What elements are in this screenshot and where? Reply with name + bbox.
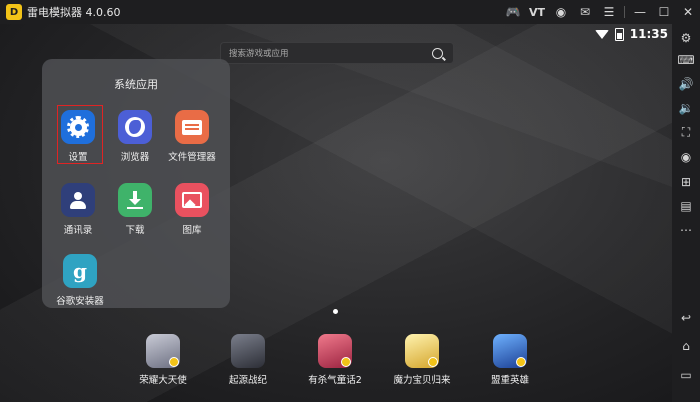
dock-app-label: 魔力宝贝归来 xyxy=(393,375,451,386)
globe-icon[interactable] xyxy=(118,110,152,144)
keyboard-icon[interactable]: ⌨ xyxy=(672,49,700,71)
dock-app-origin[interactable]: 起源战纪 xyxy=(213,334,283,386)
app-file-manager[interactable]: 文件管理器 xyxy=(162,110,222,163)
status-bar: 11:35 xyxy=(594,25,668,43)
app-google-installer[interactable]: g 谷歌安装器 xyxy=(50,254,110,307)
user-icon[interactable]: ◉ xyxy=(549,0,573,24)
add-apk-icon[interactable]: ⊞ xyxy=(672,171,700,193)
app-label: 浏览器 xyxy=(120,152,150,163)
app-label: 文件管理器 xyxy=(168,152,216,163)
emulator-window: D 雷电模拟器 4.0.60 🎮 VT ◉ ✉ ☰ — ☐ ✕ 11:35 搜索… xyxy=(0,0,700,402)
volume-up-icon[interactable]: 🔊 xyxy=(672,73,700,95)
google-installer-icon[interactable]: g xyxy=(63,254,97,288)
app-label: 图库 xyxy=(182,225,202,236)
maximize-icon[interactable]: ☐ xyxy=(652,0,676,24)
volume-down-icon[interactable]: 🔉 xyxy=(672,97,700,119)
more-icon[interactable]: ⋯ xyxy=(672,219,700,241)
search-input[interactable]: 搜索游戏或应用 xyxy=(229,47,432,59)
app-label: 谷歌安装器 xyxy=(56,296,104,307)
right-toolbar: ⚙ ⌨ 🔊 🔉 ⛶ ◉ ⊞ ▤ ⋯ ↩ ⌂ ▭ xyxy=(672,24,700,402)
fullscreen-icon[interactable]: ⛶ xyxy=(672,121,700,143)
mengzhong-game-icon[interactable] xyxy=(493,334,527,368)
back-icon[interactable]: ↩ xyxy=(672,307,700,329)
dock-app-label: 有杀气童话2 xyxy=(308,375,362,386)
dock-app-angel[interactable]: 荣耀大天使 xyxy=(128,334,198,386)
folder-title: 系统应用 xyxy=(114,78,158,91)
dock-app-label: 荣耀大天使 xyxy=(139,375,187,386)
title-bar-controls: 🎮 VT ◉ ✉ ☰ — ☐ ✕ xyxy=(501,0,700,24)
dock-app-crossgate[interactable]: 魔力宝贝归来 xyxy=(387,334,457,386)
selection-highlight xyxy=(57,105,103,164)
title-bar-divider xyxy=(624,6,625,18)
page-indicator[interactable] xyxy=(333,309,338,314)
app-gallery[interactable]: 图库 xyxy=(162,183,222,236)
origin-game-icon[interactable] xyxy=(231,334,265,368)
apk-install-icon[interactable]: ▤ xyxy=(672,195,700,217)
app-label: 通讯录 xyxy=(63,225,93,236)
minimize-icon[interactable]: — xyxy=(628,0,652,24)
search-icon[interactable] xyxy=(432,47,443,59)
folder-icon[interactable] xyxy=(175,110,209,144)
status-time: 11:35 xyxy=(629,27,668,41)
menu-icon[interactable]: ☰ xyxy=(597,0,621,24)
mail-icon[interactable]: ✉ xyxy=(573,0,597,24)
app-browser[interactable]: 浏览器 xyxy=(105,110,165,163)
close-icon[interactable]: ✕ xyxy=(676,0,700,24)
record-icon[interactable]: ◉ xyxy=(672,146,700,168)
dock-app-fairy-tale[interactable]: 有杀气童话2 xyxy=(300,334,370,386)
window-title: 雷电模拟器 4.0.60 xyxy=(27,6,121,19)
recent-apps-icon[interactable]: ▭ xyxy=(672,364,700,386)
settings-gear-icon[interactable]: ⚙ xyxy=(672,27,700,49)
download-icon[interactable] xyxy=(118,183,152,217)
app-logo-icon: D xyxy=(6,4,22,20)
dock-app-mengzhong[interactable]: 盟重英雄 xyxy=(475,334,545,386)
app-contacts[interactable]: 通讯录 xyxy=(48,183,108,236)
contact-icon[interactable] xyxy=(61,183,95,217)
home-icon[interactable]: ⌂ xyxy=(672,335,700,357)
gallery-icon[interactable] xyxy=(175,183,209,217)
gamepad-icon[interactable]: 🎮 xyxy=(501,0,525,24)
vt-badge[interactable]: VT xyxy=(525,0,549,24)
dock-app-label: 起源战纪 xyxy=(228,375,267,386)
battery-icon xyxy=(614,27,624,41)
app-download[interactable]: 下载 xyxy=(105,183,165,236)
wifi-icon xyxy=(594,29,609,39)
search-bar[interactable]: 搜索游戏或应用 xyxy=(220,42,454,64)
crossgate-game-icon[interactable] xyxy=(405,334,439,368)
angel-game-icon[interactable] xyxy=(146,334,180,368)
dock-app-label: 盟重英雄 xyxy=(490,375,529,386)
system-apps-folder: 系统应用 设置 浏览器 文件管理器 通讯录 下载 图库 g 谷歌安装器 xyxy=(42,59,230,308)
title-bar: D 雷电模拟器 4.0.60 🎮 VT ◉ ✉ ☰ — ☐ ✕ xyxy=(0,0,700,24)
app-label: 下载 xyxy=(125,225,145,236)
fairy-tale-game-icon[interactable] xyxy=(318,334,352,368)
